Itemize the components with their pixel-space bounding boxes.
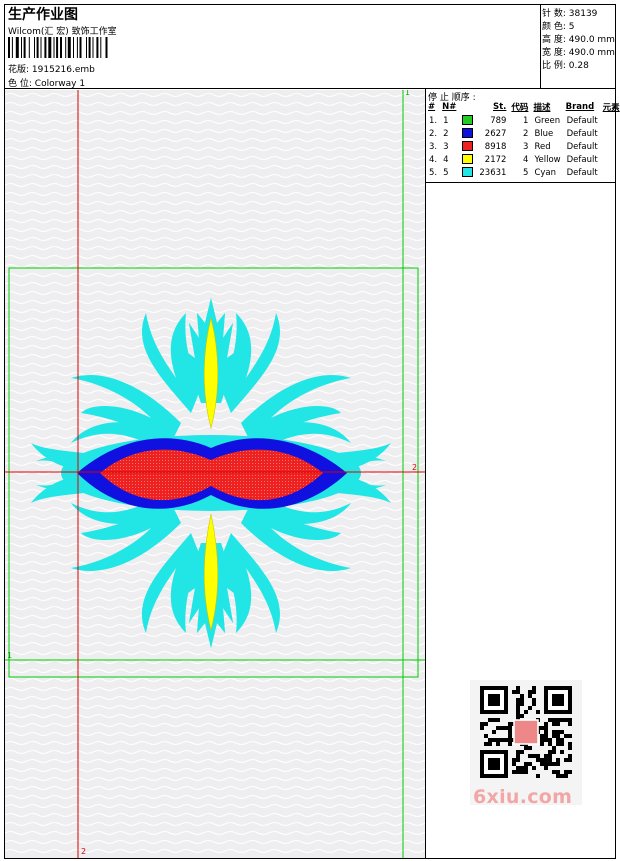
col-swatch bbox=[459, 101, 476, 114]
cell-element bbox=[601, 114, 620, 127]
color-swatch bbox=[462, 115, 474, 126]
col-code: 代码 bbox=[511, 103, 529, 113]
col-desc: 描述 bbox=[533, 103, 551, 113]
cell-index: 2. bbox=[429, 128, 438, 139]
cell-n: 2 bbox=[443, 128, 449, 139]
cell-stitches: 789 bbox=[490, 115, 507, 126]
barcode-image bbox=[8, 37, 108, 58]
cell-desc: Green bbox=[534, 115, 561, 126]
stat-stitches: 针 数: 38139 bbox=[542, 9, 598, 19]
cell-code: 4 bbox=[523, 154, 529, 165]
cell-stitches: 8918 bbox=[484, 141, 507, 152]
cell-code: 2 bbox=[523, 128, 529, 139]
embroidery-preview bbox=[5, 90, 425, 858]
cell-element bbox=[601, 166, 620, 179]
stop-table-divider bbox=[425, 182, 616, 183]
cell-swatch bbox=[459, 153, 476, 166]
table-row: 3. 3 8918 3 Red Default bbox=[426, 140, 620, 153]
guide-marker-top: 1 bbox=[405, 90, 411, 97]
cell-brand: Default bbox=[566, 141, 598, 152]
stats-divider bbox=[540, 4, 541, 88]
cell-desc: Cyan bbox=[534, 167, 556, 178]
table-row: 4. 4 2172 4 Yellow Default bbox=[426, 153, 620, 166]
colorway-row: 色 位: Colorway 1 bbox=[8, 76, 85, 89]
design-file-row: 花版: 1915216.emb bbox=[8, 62, 95, 75]
cell-index: 3. bbox=[429, 141, 438, 152]
company-name: Wilcom(汇 宏) 致饰工作室 bbox=[8, 27, 117, 37]
color-swatch bbox=[462, 141, 474, 152]
cell-swatch bbox=[459, 114, 476, 127]
cell-stitches: 2627 bbox=[484, 128, 507, 139]
qr-code-image bbox=[480, 686, 572, 778]
cell-index: 5. bbox=[429, 167, 438, 178]
color-swatch bbox=[462, 128, 474, 139]
cell-brand: Default bbox=[566, 167, 598, 178]
cell-n: 4 bbox=[443, 154, 449, 165]
col-element: 元素 bbox=[602, 103, 620, 113]
cell-element bbox=[601, 153, 620, 166]
cell-swatch bbox=[459, 140, 476, 153]
cell-code: 1 bbox=[523, 115, 529, 126]
col-index: # bbox=[428, 102, 436, 112]
page-title: 生产作业图 bbox=[8, 7, 78, 23]
cell-swatch bbox=[459, 127, 476, 140]
design-file-name: 1915216.emb bbox=[31, 65, 95, 75]
stat-width: 宽 度: 490.0 mm bbox=[542, 48, 615, 58]
stat-scale: 比 例: 0.28 bbox=[542, 61, 589, 71]
col-brand: Brand bbox=[565, 102, 595, 112]
cell-element bbox=[601, 127, 620, 140]
cell-desc: Blue bbox=[534, 128, 554, 139]
cell-swatch bbox=[459, 166, 476, 179]
cell-element bbox=[601, 140, 620, 153]
cell-index: 1. bbox=[429, 115, 438, 126]
col-stitches: St. bbox=[493, 102, 507, 112]
cell-desc: Yellow bbox=[534, 154, 561, 165]
table-row: 1. 1 789 1 Green Default bbox=[426, 114, 620, 127]
cell-n: 5 bbox=[443, 167, 449, 178]
guide-marker-left: 1 bbox=[7, 651, 13, 660]
col-n: N# bbox=[442, 102, 457, 112]
cell-stitches: 23631 bbox=[479, 167, 507, 178]
guide-marker-right: 2 bbox=[412, 463, 418, 472]
cell-brand: Default bbox=[566, 128, 598, 139]
header-divider bbox=[4, 88, 616, 89]
color-swatch bbox=[462, 167, 474, 178]
cell-index: 4. bbox=[429, 154, 438, 165]
design-canvas[interactable]: 1 1 2 2 bbox=[5, 90, 425, 858]
cell-code: 3 bbox=[523, 141, 529, 152]
qr-code-panel: 6xiu.com bbox=[470, 680, 582, 808]
table-row: 5. 5 23631 5 Cyan Default bbox=[426, 166, 620, 179]
colorway-label: 色 位: bbox=[8, 79, 32, 89]
cell-n: 3 bbox=[443, 141, 449, 152]
stop-sequence-table: # N# St. 代码 描述 Brand 元素 1. 1 789 1 Green Defa… bbox=[426, 101, 620, 179]
cell-brand: Default bbox=[566, 115, 598, 126]
colorway-value: Colorway 1 bbox=[34, 79, 86, 89]
watermark-text: 6xiu.com bbox=[473, 786, 573, 808]
table-header-row: # N# St. 代码 描述 Brand 元素 bbox=[426, 101, 620, 114]
table-row: 2. 2 2627 2 Blue Default bbox=[426, 127, 620, 140]
cell-stitches: 2172 bbox=[484, 154, 507, 165]
cell-desc: Red bbox=[534, 141, 551, 152]
design-label: 花版: bbox=[8, 65, 30, 75]
sidebar-divider bbox=[425, 88, 426, 859]
guide-marker-bottom: 2 bbox=[81, 847, 87, 856]
cell-n: 1 bbox=[443, 115, 449, 126]
cell-code: 5 bbox=[523, 167, 529, 178]
color-swatch bbox=[462, 154, 474, 165]
stat-colors: 颜 色: 5 bbox=[542, 22, 575, 32]
stat-height: 高 度: 490.0 mm bbox=[542, 35, 615, 45]
cell-brand: Default bbox=[566, 154, 598, 165]
